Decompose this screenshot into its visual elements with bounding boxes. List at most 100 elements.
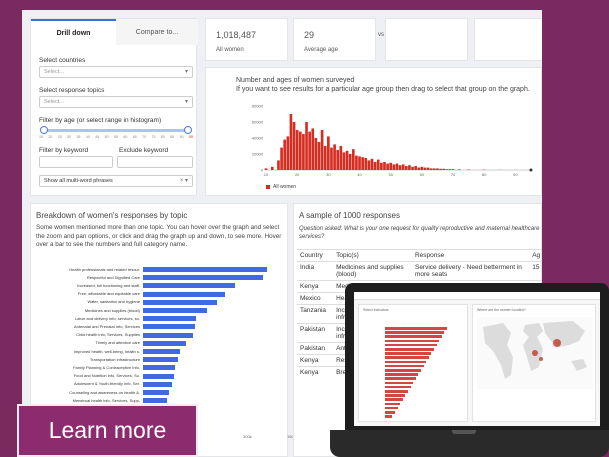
histogram-bar[interactable] [283,139,287,170]
histogram-bar[interactable] [451,169,455,170]
histogram-bar[interactable] [445,169,449,170]
histogram-bar[interactable] [305,122,308,170]
histogram-bar[interactable] [264,168,268,170]
histogram-bar[interactable] [376,159,380,170]
histogram-bar[interactable] [295,130,299,170]
laptop-bar [385,343,437,347]
histogram-bar[interactable] [330,147,333,170]
histogram-bar[interactable] [358,156,361,170]
histogram-bar[interactable] [342,152,346,170]
histogram-bar[interactable] [448,169,452,170]
topic-bar[interactable] [143,316,197,322]
select-topics-dropdown[interactable]: Select... ▾ [39,96,193,108]
topic-bar[interactable] [143,365,176,371]
topic-bar[interactable] [143,308,208,313]
learn-more-button[interactable]: Learn more [17,404,198,457]
topic-bar[interactable] [143,332,193,338]
histogram-bar[interactable] [420,166,424,170]
histogram-bar[interactable] [386,163,389,170]
histogram-bar[interactable] [392,164,396,170]
histogram-bar[interactable] [408,165,411,170]
topic-bar-label: Timely and attentive care [95,340,140,346]
table-header-cell: Ag [529,249,542,262]
topic-bar[interactable] [143,349,181,354]
phrases-dropdown[interactable]: Show all multi-word phrases × ▾ [39,175,193,187]
histogram-xtick: 40 [357,172,362,177]
topic-bar[interactable] [143,267,267,272]
topic-bar[interactable] [143,340,187,346]
histogram-bar[interactable] [277,160,280,170]
histogram-bar[interactable] [348,154,352,170]
topic-bar[interactable] [143,291,225,297]
table-cell: Pakistan [297,342,334,355]
histogram-bar[interactable] [436,168,439,170]
topic-bar[interactable] [143,275,264,281]
histogram-bar[interactable] [457,169,461,170]
histogram-bar[interactable] [361,157,364,170]
histogram-bar[interactable] [395,163,399,170]
histogram-bar[interactable] [364,158,368,170]
select-countries-dropdown[interactable]: Select... ▾ [39,66,193,78]
histogram-bar[interactable] [333,144,336,170]
histogram-bar[interactable] [323,146,327,170]
topic-bar[interactable] [143,390,170,395]
topic-bar[interactable] [143,324,196,330]
histogram-bar[interactable] [380,162,383,170]
tab-compare-to[interactable]: Compare to... [116,19,198,45]
histogram-bar[interactable] [298,131,302,170]
histogram-bar[interactable] [423,167,427,170]
histogram-bar[interactable] [401,164,405,170]
histogram-bar[interactable] [373,162,377,170]
histogram-bar[interactable] [286,136,290,170]
table-header-cell: Country [297,249,334,262]
histogram-bar[interactable] [292,122,296,170]
age-tick-label: 65 [132,135,137,139]
histogram-bar[interactable] [345,150,349,170]
tab-drill-down[interactable]: Drill down [31,19,116,45]
histogram-bar[interactable] [383,162,386,170]
histogram-bar[interactable] [311,128,315,170]
histogram-bar[interactable] [370,158,374,170]
histogram-bar[interactable] [429,168,433,170]
histogram-bar[interactable] [439,168,442,170]
topic-bar[interactable] [143,283,235,289]
histogram-bar[interactable] [320,130,324,170]
histogram-bar[interactable] [317,142,321,170]
topic-bar[interactable] [143,381,172,387]
histogram-bar[interactable] [308,131,311,170]
histogram-bar[interactable] [426,167,430,170]
histogram-bar[interactable] [398,165,402,170]
topic-bar[interactable] [143,398,167,404]
topic-bar[interactable] [143,299,218,305]
age-range-slider[interactable] [40,126,192,134]
histogram-bar[interactable] [414,166,417,170]
histogram-bar[interactable] [351,149,355,170]
histogram-bar[interactable] [336,150,340,170]
histogram-bar[interactable] [389,162,393,170]
slider-handle-max[interactable] [184,126,192,134]
exclude-keyword-input[interactable] [117,156,193,168]
histogram-bar[interactable] [411,166,414,170]
histogram-bar[interactable] [270,166,274,170]
laptop-bar [385,394,406,397]
histogram-bar[interactable] [302,134,305,170]
histogram-bar[interactable] [314,138,318,170]
histogram-bar[interactable] [367,160,371,170]
histogram-bar[interactable] [404,166,408,170]
total-women-label: All women [216,47,244,53]
histogram-bar[interactable] [280,147,283,170]
histogram-bar[interactable] [355,155,358,170]
age-filter-label: Filter by age (or select range in histog… [39,117,162,124]
keyword-input[interactable] [39,156,113,168]
histogram-bar[interactable] [417,167,421,170]
age-histogram[interactable]: 80000600004000020000010 20 30 40 50 60 70 80 90 [206,68,542,197]
histogram-bar[interactable] [442,168,446,170]
histogram-bar[interactable] [339,146,343,170]
topic-bar[interactable] [143,357,178,363]
histogram-bar[interactable] [327,136,330,170]
table-row[interactable]: India Medicines and supplies (blood) Servi… [297,261,542,281]
slider-handle-min[interactable] [40,126,48,134]
topic-bar[interactable] [143,373,174,379]
histogram-bar[interactable] [433,168,436,170]
histogram-bar[interactable] [289,114,293,170]
